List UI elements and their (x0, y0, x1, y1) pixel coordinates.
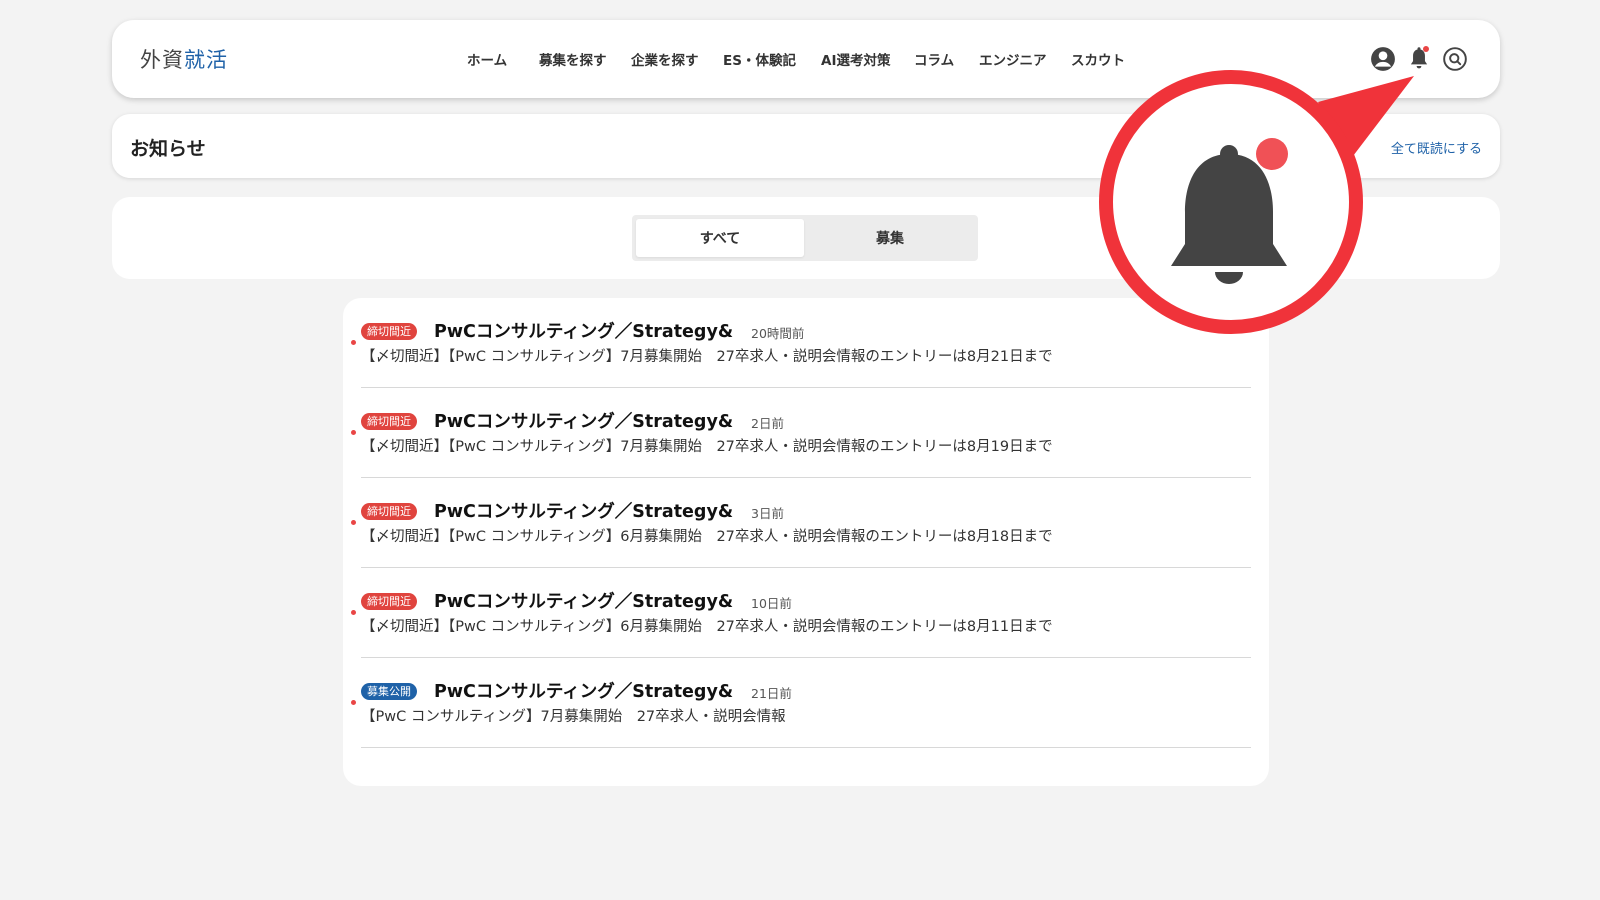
notification-time: 20時間前 (751, 326, 805, 341)
notification-title: PwCコンサルティング／Strategy& (434, 592, 734, 612)
deadline-badge: 締切間近 (361, 323, 417, 340)
notification-time: 21日前 (751, 686, 792, 701)
deadline-badge: 締切間近 (361, 503, 417, 520)
notification-item[interactable]: 締切間近 PwCコンサルティング／Strategy& 10日前 【〆切間近】【P… (351, 568, 1251, 658)
notification-desc: 【〆切間近】【PwC コンサルティング】6月募集開始 27卒求人・説明会情報のエ… (361, 619, 1053, 635)
notification-title: PwCコンサルティング／Strategy& (434, 502, 734, 522)
notification-item[interactable]: 募集公開 PwCコンサルティング／Strategy& 21日前 【PwC コンサ… (351, 658, 1251, 748)
notification-list: 締切間近 PwCコンサルティング／Strategy& 20時間前 【〆切間近】【… (343, 298, 1269, 786)
zoom-callout (1099, 70, 1363, 334)
unread-indicator (1423, 46, 1429, 52)
nav-item-engineer[interactable]: エンジニア (979, 49, 1047, 69)
nav-item-es[interactable]: ES・体験記 (723, 49, 796, 69)
unread-dot (351, 520, 356, 525)
bell-icon (1171, 138, 1288, 284)
nav-item-companies[interactable]: 企業を探す (631, 49, 699, 69)
notification-item[interactable]: 締切間近 PwCコンサルティング／Strategy& 3日前 【〆切間近】【Pw… (351, 478, 1251, 568)
notification-time: 2日前 (751, 416, 784, 431)
tab-all[interactable]: すべて (636, 219, 804, 257)
recruit-open-badge: 募集公開 (361, 683, 417, 700)
account-icon[interactable] (1370, 46, 1396, 72)
deadline-badge: 締切間近 (361, 593, 417, 610)
unread-dot (351, 610, 356, 615)
nav-item-home[interactable]: ホーム (467, 49, 507, 69)
notification-title: PwCコンサルティング／Strategy& (434, 322, 734, 342)
tab-recruit[interactable]: 募集 (806, 219, 974, 257)
nav-item-jobs[interactable]: 募集を探す (539, 49, 607, 69)
deadline-badge: 締切間近 (361, 413, 417, 430)
notification-desc: 【〆切間近】【PwC コンサルティング】7月募集開始 27卒求人・説明会情報のエ… (361, 349, 1053, 365)
mark-all-read-link[interactable]: 全て既読にする (1391, 138, 1482, 157)
notification-title: PwCコンサルティング／Strategy& (434, 682, 734, 702)
notification-item[interactable]: 締切間近 PwCコンサルティング／Strategy& 2日前 【〆切間近】【Pw… (351, 388, 1251, 478)
page-title: お知らせ (130, 138, 206, 160)
notification-time: 10日前 (751, 596, 792, 611)
notification-time: 3日前 (751, 506, 784, 521)
search-icon[interactable] (1442, 46, 1468, 72)
unread-dot (351, 700, 356, 705)
nav-item-ai[interactable]: AI選考対策 (821, 49, 890, 69)
nav-item-column[interactable]: コラム (914, 49, 954, 69)
notification-title: PwCコンサルティング／Strategy& (434, 412, 734, 432)
unread-dot (351, 340, 356, 345)
notification-desc: 【PwC コンサルティング】7月募集開始 27卒求人・説明会情報 (361, 709, 786, 725)
bell-icon[interactable] (1406, 46, 1432, 72)
tab-group: すべて 募集 (632, 215, 978, 261)
nav-item-scout[interactable]: スカウト (1071, 49, 1125, 69)
notification-desc: 【〆切間近】【PwC コンサルティング】6月募集開始 27卒求人・説明会情報のエ… (361, 529, 1053, 545)
unread-dot (351, 430, 356, 435)
notification-desc: 【〆切間近】【PwC コンサルティング】7月募集開始 27卒求人・説明会情報のエ… (361, 439, 1053, 455)
